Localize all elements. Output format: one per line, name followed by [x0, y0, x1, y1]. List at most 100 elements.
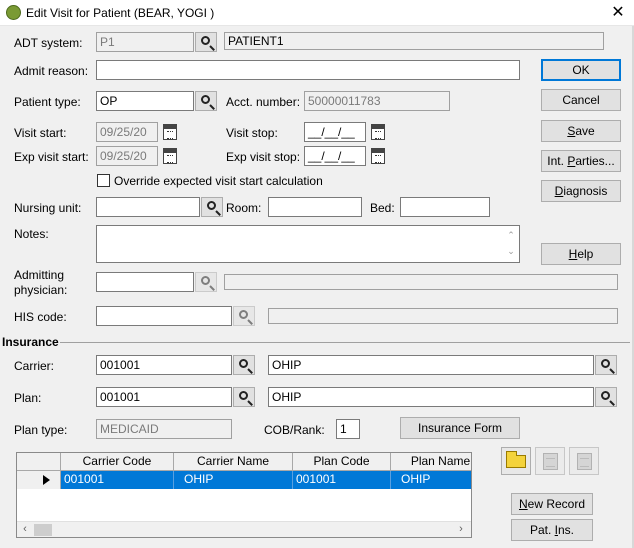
search-icon — [601, 391, 610, 400]
plan-type-label: Plan type: — [14, 423, 68, 437]
grid-header-plan-code[interactable]: Plan Code — [293, 453, 391, 471]
plan-label: Plan: — [14, 391, 42, 405]
carrier-name-lookup-button[interactable] — [595, 355, 617, 375]
import-record-button[interactable] — [535, 447, 565, 475]
grid-header-carrier-code[interactable]: Carrier Code — [61, 453, 174, 471]
plan-code-input[interactable]: 001001 — [96, 387, 232, 407]
adt-system-label: ADT system: — [14, 36, 83, 50]
patient-type-label: Patient type: — [14, 95, 81, 109]
new-record-button[interactable]: New Record — [511, 493, 593, 515]
cancel-button[interactable]: Cancel — [541, 89, 621, 111]
exp-visit-stop-label: Exp visit stop: — [226, 150, 301, 164]
search-icon — [239, 391, 248, 400]
visit-stop-input[interactable]: __/__/__ — [304, 122, 366, 142]
nursing-unit-lookup-button[interactable] — [201, 197, 223, 217]
exp-visit-start-label: Exp visit start: — [14, 150, 89, 164]
visit-start-label: Visit start: — [14, 126, 67, 140]
carrier-code-input[interactable]: 001001 — [96, 355, 232, 375]
plan-type-input: MEDICAID — [96, 419, 232, 439]
admit-reason-label: Admit reason: — [14, 64, 89, 78]
exp-visit-start-input[interactable]: 09/25/20 — [96, 146, 158, 166]
his-code-description — [268, 308, 618, 324]
carrier-name-input[interactable]: OHIP — [268, 355, 594, 375]
table-row-cell[interactable]: 001001 — [61, 471, 174, 489]
insurance-form-button[interactable]: Insurance Form — [400, 417, 520, 439]
admit-reason-input[interactable] — [96, 60, 520, 80]
adt-system-input[interactable]: P1 — [96, 32, 194, 52]
carrier-code-lookup-button[interactable] — [233, 355, 255, 375]
admitting-physician-lookup-button[interactable] — [195, 272, 217, 292]
exp-visit-stop-calendar-icon[interactable] — [371, 148, 385, 164]
adt-system-description: PATIENT1 — [224, 32, 604, 50]
search-icon — [201, 276, 210, 285]
acct-number-input[interactable]: 50000011783 — [304, 91, 450, 111]
trash-icon — [577, 453, 592, 470]
visit-start-calendar-icon[interactable] — [163, 124, 177, 140]
notes-textarea[interactable] — [96, 225, 520, 263]
search-icon — [239, 310, 248, 319]
ok-button[interactable]: OK — [541, 59, 621, 81]
exp-visit-stop-input[interactable]: __/__/__ — [304, 146, 366, 166]
notes-scrollbar[interactable]: ⌃ ⌄ — [505, 227, 517, 261]
grid-header-carrier-name[interactable]: Carrier Name — [174, 453, 293, 471]
scroll-left-icon[interactable]: ‹ — [17, 522, 33, 537]
patient-type-input[interactable]: OP — [96, 91, 194, 111]
his-code-input[interactable] — [96, 306, 232, 326]
exp-visit-start-calendar-icon[interactable] — [163, 148, 177, 164]
table-row-cell[interactable]: OHIP — [174, 471, 293, 489]
scroll-thumb[interactable] — [34, 524, 52, 536]
bed-input[interactable] — [400, 197, 490, 217]
open-folder-button[interactable] — [501, 447, 531, 475]
insurance-divider — [60, 342, 630, 343]
table-row-cell[interactable]: 001001 — [293, 471, 391, 489]
pat-ins-button[interactable]: Pat. Ins. — [511, 519, 593, 541]
insurance-grid[interactable]: Carrier Code Carrier Name Plan Code Plan… — [16, 452, 472, 538]
his-code-label: HIS code: — [14, 310, 67, 324]
override-checkbox[interactable] — [97, 174, 110, 187]
app-globe-icon — [6, 5, 21, 20]
nursing-unit-label: Nursing unit: — [14, 201, 82, 215]
close-icon[interactable]: ✕ — [608, 3, 628, 23]
room-label: Room: — [226, 201, 262, 215]
admitting-physician-input[interactable] — [96, 272, 194, 292]
room-input[interactable] — [268, 197, 362, 217]
diagnosis-button[interactable]: Diagnosis — [541, 180, 621, 202]
visit-start-input[interactable]: 09/25/20 — [96, 122, 158, 142]
visit-stop-calendar-icon[interactable] — [371, 124, 385, 140]
scroll-right-icon[interactable]: › — [453, 522, 469, 537]
int-parties-button[interactable]: Int. Parties... — [541, 150, 621, 172]
folder-icon — [506, 451, 526, 468]
search-icon — [239, 359, 248, 368]
plan-code-lookup-button[interactable] — [233, 387, 255, 407]
carrier-label: Carrier: — [14, 359, 55, 373]
import-document-icon — [543, 453, 558, 470]
table-row-cell[interactable]: OHIP — [391, 471, 471, 489]
grid-horizontal-scrollbar[interactable]: ‹ › — [17, 521, 471, 537]
delete-record-button[interactable] — [569, 447, 599, 475]
scroll-up-icon[interactable]: ⌃ — [505, 227, 517, 243]
search-icon — [201, 36, 210, 45]
patient-type-lookup-button[interactable] — [195, 91, 217, 111]
nursing-unit-input[interactable] — [96, 197, 200, 217]
override-checkbox-label: Override expected visit start calculatio… — [114, 174, 323, 188]
scroll-down-icon[interactable]: ⌄ — [505, 243, 517, 259]
grid-header-corner — [17, 453, 61, 471]
acct-number-label: Acct. number: — [226, 95, 301, 109]
admitting-physician-description — [224, 274, 618, 290]
help-button[interactable]: Help — [541, 243, 621, 265]
row-indicator-icon[interactable] — [17, 471, 61, 489]
cob-rank-input[interactable]: 1 — [336, 419, 360, 439]
grid-header-plan-name[interactable]: Plan Name — [391, 453, 471, 471]
plan-name-input[interactable]: OHIP — [268, 387, 594, 407]
admitting-physician-label-line2: physician: — [14, 283, 68, 297]
plan-name-lookup-button[interactable] — [595, 387, 617, 407]
cob-rank-label: COB/Rank: — [264, 423, 325, 437]
save-button[interactable]: Save — [541, 120, 621, 142]
adt-system-lookup-button[interactable] — [195, 32, 217, 52]
insurance-section-label: Insurance — [2, 335, 59, 349]
search-icon — [201, 95, 210, 104]
visit-stop-label: Visit stop: — [226, 126, 278, 140]
his-code-lookup-button[interactable] — [233, 306, 255, 326]
notes-label: Notes: — [14, 227, 49, 241]
window-title: Edit Visit for Patient (BEAR, YOGI ) — [26, 6, 215, 20]
